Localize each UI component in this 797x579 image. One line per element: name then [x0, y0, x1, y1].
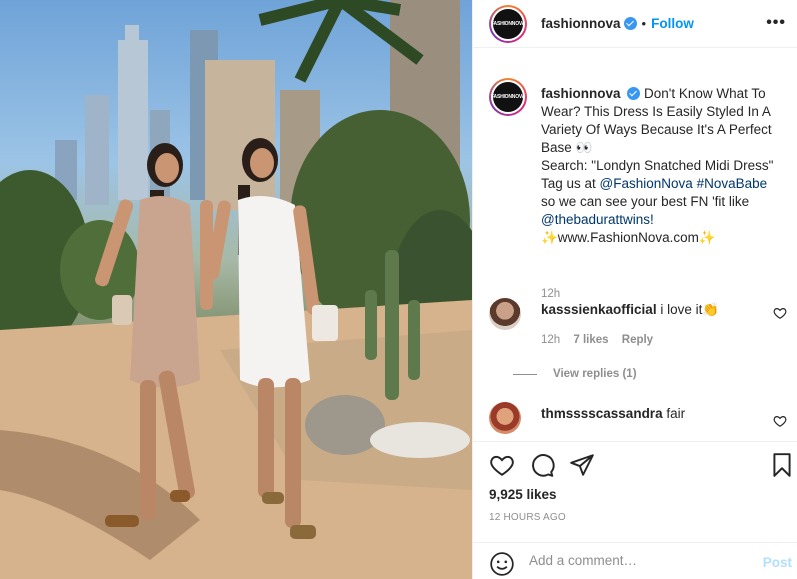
- caption-text: fashionnova Don't Know What To Wear? Thi…: [541, 85, 791, 247]
- likes-count[interactable]: 9,925 likes: [489, 487, 557, 502]
- comment-body: fair: [666, 406, 686, 421]
- author-username[interactable]: fashionnova: [541, 16, 621, 31]
- caption-mention-badurattwins[interactable]: @thebadurattwins!: [541, 212, 654, 227]
- commenter-avatar[interactable]: [489, 298, 521, 330]
- comments-section[interactable]: FASHIONNOVA fashionnova Don't Know What …: [473, 48, 797, 441]
- post-comment-button[interactable]: Post: [763, 555, 792, 570]
- comment-like-heart-icon[interactable]: [773, 414, 787, 428]
- commenter-username[interactable]: kasssienkaofficial: [541, 302, 657, 317]
- post-photo[interactable]: [0, 0, 472, 579]
- caption-site-line: ✨www.FashionNova.com✨: [541, 230, 716, 245]
- comment-icon[interactable]: [529, 452, 555, 478]
- avatar-logo: FASHIONNOVA: [491, 8, 525, 39]
- comment-time[interactable]: 12h: [541, 334, 560, 346]
- caption-timestamp[interactable]: 12h: [541, 288, 560, 300]
- reply-button[interactable]: Reply: [622, 334, 653, 346]
- author-avatar[interactable]: FASHIONNOVA: [489, 4, 527, 43]
- smiley-icon[interactable]: [489, 551, 515, 577]
- bookmark-icon[interactable]: [769, 452, 795, 478]
- heart-icon[interactable]: [489, 452, 515, 478]
- action-icon-row: [489, 452, 791, 478]
- header-separator: •: [641, 16, 647, 31]
- follow-button[interactable]: Follow: [651, 16, 694, 31]
- comment-body: i love it👏: [660, 302, 720, 317]
- comment-meta: 12h 7 likes Reply: [541, 334, 663, 346]
- post-actions: 9,925 likes 12 HOURS AGO Post: [473, 441, 797, 579]
- verified-badge-icon: [627, 87, 641, 100]
- caption-mention-fashionnova[interactable]: @FashionNova: [600, 176, 693, 191]
- post-timestamp[interactable]: 12 HOURS AGO: [489, 512, 566, 523]
- post-sidebar: FASHIONNOVA fashionnova • Follow ••• FAS…: [472, 0, 797, 579]
- caption-hashtag-novababe[interactable]: #NovaBabe: [697, 176, 768, 191]
- share-icon[interactable]: [569, 452, 595, 478]
- caption-fit-line: so we can see your best FN 'fit like: [541, 194, 750, 209]
- caption-avatar-logo: FASHIONNOVA: [491, 82, 525, 112]
- more-options-icon[interactable]: •••: [766, 14, 786, 32]
- post-header: FASHIONNOVA fashionnova • Follow •••: [473, 0, 797, 48]
- add-comment-bar: Post: [473, 542, 797, 579]
- caption-username[interactable]: fashionnova: [541, 86, 621, 101]
- caption-avatar[interactable]: FASHIONNOVA: [489, 78, 527, 116]
- commenter-username[interactable]: thmsssscassandra: [541, 406, 663, 421]
- comment-text: thmsssscassandra fair: [541, 406, 761, 421]
- view-replies-label: View replies (1): [553, 368, 637, 380]
- comment-input[interactable]: [529, 553, 749, 568]
- comment-like-heart-icon[interactable]: [773, 306, 787, 320]
- comment-text: kasssienkaofficial i love it👏: [541, 302, 761, 318]
- caption-search-line: Search: "Londyn Snatched Midi Dress": [541, 158, 774, 173]
- caption-tag-prefix: Tag us at: [541, 176, 600, 191]
- commenter-avatar[interactable]: [489, 402, 521, 434]
- verified-badge-icon: [623, 17, 637, 30]
- comment-likes[interactable]: 7 likes: [573, 334, 608, 346]
- post-photo-illustration: [0, 0, 472, 579]
- view-replies-button[interactable]: View replies (1): [513, 368, 637, 380]
- view-replies-line: [513, 373, 537, 375]
